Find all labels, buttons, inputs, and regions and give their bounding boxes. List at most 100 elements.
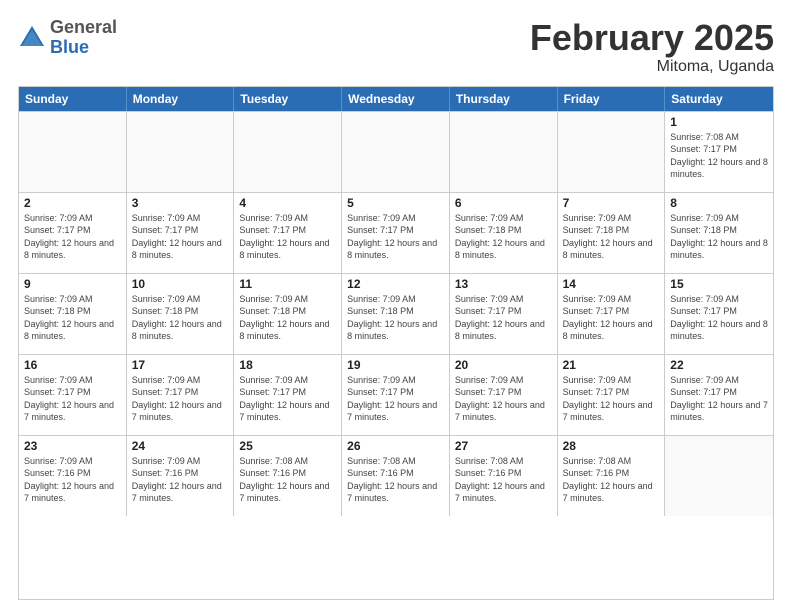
cal-cell: 27 Sunrise: 7:08 AMSunset: 7:16 PMDayligh… (450, 436, 558, 516)
cal-cell: 12Sunrise: 7:09 AMSunset: 7:18 PMDayligh… (342, 274, 450, 354)
logo: General Blue (18, 18, 117, 58)
cal-cell: 23 Sunrise: 7:09 AMSunset: 7:16 PMDayligh… (19, 436, 127, 516)
day-info: Sunrise: 7:09 AMSunset: 7:18 PMDaylight:… (455, 212, 552, 262)
cal-cell: 17Sunrise: 7:09 AMSunset: 7:17 PMDayligh… (127, 355, 235, 435)
cal-week-2: 9 Sunrise: 7:09 AMSunset: 7:18 PMDaylight… (19, 273, 773, 354)
day-info: Sunrise: 7:09 AMSunset: 7:17 PMDaylight:… (455, 374, 552, 424)
page: General Blue February 2025 Mitoma, Ugand… (0, 0, 792, 612)
day-info: Sunrise: 7:08 AMSunset: 7:16 PMDaylight:… (347, 455, 444, 505)
day-number: 15 (670, 277, 768, 291)
day-number: 24 (132, 439, 229, 453)
day-number: 26 (347, 439, 444, 453)
day-info: Sunrise: 7:09 AMSunset: 7:17 PMDaylight:… (563, 374, 660, 424)
day-info: Sunrise: 7:09 AMSunset: 7:16 PMDaylight:… (24, 455, 121, 505)
cal-week-1: 2 Sunrise: 7:09 AMSunset: 7:17 PMDaylight… (19, 192, 773, 273)
day-info: Sunrise: 7:09 AMSunset: 7:17 PMDaylight:… (670, 374, 768, 424)
day-number: 16 (24, 358, 121, 372)
cal-week-3: 16 Sunrise: 7:09 AMSunset: 7:17 PMDayligh… (19, 354, 773, 435)
day-number: 7 (563, 196, 660, 210)
day-number: 27 (455, 439, 552, 453)
day-number: 10 (132, 277, 229, 291)
cal-header-thursday: Thursday (450, 87, 558, 111)
day-number: 14 (563, 277, 660, 291)
day-info: Sunrise: 7:09 AMSunset: 7:18 PMDaylight:… (24, 293, 121, 343)
cal-cell: 10 Sunrise: 7:09 AMSunset: 7:18 PMDayligh… (127, 274, 235, 354)
day-number: 17 (132, 358, 229, 372)
cal-cell: 9 Sunrise: 7:09 AMSunset: 7:18 PMDaylight… (19, 274, 127, 354)
logo-icon (18, 24, 46, 52)
cal-cell: 24 Sunrise: 7:09 AMSunset: 7:16 PMDayligh… (127, 436, 235, 516)
cal-cell: 3 Sunrise: 7:09 AMSunset: 7:17 PMDaylight… (127, 193, 235, 273)
cal-cell: 1Sunrise: 7:08 AMSunset: 7:17 PMDaylight… (665, 112, 773, 192)
day-number: 2 (24, 196, 121, 210)
day-number: 5 (347, 196, 444, 210)
day-info: Sunrise: 7:09 AMSunset: 7:18 PMDaylight:… (132, 293, 229, 343)
header: General Blue February 2025 Mitoma, Ugand… (18, 18, 774, 76)
day-info: Sunrise: 7:08 AMSunset: 7:16 PMDaylight:… (239, 455, 336, 505)
day-number: 21 (563, 358, 660, 372)
cal-cell: 7 Sunrise: 7:09 AMSunset: 7:18 PMDaylight… (558, 193, 666, 273)
day-number: 4 (239, 196, 336, 210)
cal-cell: 13 Sunrise: 7:09 AMSunset: 7:17 PMDayligh… (450, 274, 558, 354)
day-number: 18 (239, 358, 336, 372)
cal-week-0: 1Sunrise: 7:08 AMSunset: 7:17 PMDaylight… (19, 111, 773, 192)
cal-cell (234, 112, 342, 192)
day-number: 20 (455, 358, 552, 372)
day-number: 3 (132, 196, 229, 210)
cal-cell (558, 112, 666, 192)
cal-cell: 20 Sunrise: 7:09 AMSunset: 7:17 PMDayligh… (450, 355, 558, 435)
day-number: 11 (239, 277, 336, 291)
cal-cell (19, 112, 127, 192)
day-info: Sunrise: 7:09 AMSunset: 7:17 PMDaylight:… (455, 293, 552, 343)
cal-cell: 26 Sunrise: 7:08 AMSunset: 7:16 PMDayligh… (342, 436, 450, 516)
cal-cell: 5 Sunrise: 7:09 AMSunset: 7:17 PMDaylight… (342, 193, 450, 273)
day-info: Sunrise: 7:09 AMSunset: 7:17 PMDaylight:… (239, 212, 336, 262)
day-info: Sunrise: 7:09 AMSunset: 7:17 PMDaylight:… (670, 293, 768, 343)
day-number: 12 (347, 277, 444, 291)
cal-cell: 16 Sunrise: 7:09 AMSunset: 7:17 PMDayligh… (19, 355, 127, 435)
cal-cell (127, 112, 235, 192)
cal-cell: 22 Sunrise: 7:09 AMSunset: 7:17 PMDayligh… (665, 355, 773, 435)
day-info: Sunrise: 7:09 AMSunset: 7:17 PMDaylight:… (347, 374, 444, 424)
cal-cell: 6 Sunrise: 7:09 AMSunset: 7:18 PMDaylight… (450, 193, 558, 273)
day-info: Sunrise: 7:08 AMSunset: 7:16 PMDaylight:… (455, 455, 552, 505)
day-info: Sunrise: 7:09 AMSunset: 7:17 PMDaylight:… (347, 212, 444, 262)
cal-cell: 18 Sunrise: 7:09 AMSunset: 7:17 PMDayligh… (234, 355, 342, 435)
cal-header-wednesday: Wednesday (342, 87, 450, 111)
logo-text: General Blue (50, 18, 117, 58)
cal-week-4: 23 Sunrise: 7:09 AMSunset: 7:16 PMDayligh… (19, 435, 773, 516)
title-block: February 2025 Mitoma, Uganda (530, 18, 774, 76)
day-number: 6 (455, 196, 552, 210)
day-info: Sunrise: 7:09 AMSunset: 7:17 PMDaylight:… (132, 212, 229, 262)
day-number: 22 (670, 358, 768, 372)
day-number: 9 (24, 277, 121, 291)
day-info: Sunrise: 7:09 AMSunset: 7:18 PMDaylight:… (239, 293, 336, 343)
cal-cell: 25 Sunrise: 7:08 AMSunset: 7:16 PMDayligh… (234, 436, 342, 516)
calendar-body: 1Sunrise: 7:08 AMSunset: 7:17 PMDaylight… (19, 111, 773, 516)
day-number: 25 (239, 439, 336, 453)
day-number: 13 (455, 277, 552, 291)
day-info: Sunrise: 7:09 AMSunset: 7:17 PMDaylight:… (24, 374, 121, 424)
cal-cell: 8Sunrise: 7:09 AMSunset: 7:18 PMDaylight… (665, 193, 773, 273)
day-info: Sunrise: 7:09 AMSunset: 7:17 PMDaylight:… (239, 374, 336, 424)
cal-header-tuesday: Tuesday (234, 87, 342, 111)
calendar-header-row: SundayMondayTuesdayWednesdayThursdayFrid… (19, 87, 773, 111)
day-info: Sunrise: 7:09 AMSunset: 7:16 PMDaylight:… (132, 455, 229, 505)
cal-header-saturday: Saturday (665, 87, 773, 111)
cal-cell: 2 Sunrise: 7:09 AMSunset: 7:17 PMDaylight… (19, 193, 127, 273)
cal-cell: 19Sunrise: 7:09 AMSunset: 7:17 PMDayligh… (342, 355, 450, 435)
cal-cell: 21 Sunrise: 7:09 AMSunset: 7:17 PMDayligh… (558, 355, 666, 435)
day-number: 28 (563, 439, 660, 453)
location-subtitle: Mitoma, Uganda (530, 58, 774, 76)
calendar: SundayMondayTuesdayWednesdayThursdayFrid… (18, 86, 774, 600)
cal-header-friday: Friday (558, 87, 666, 111)
cal-cell (665, 436, 773, 516)
cal-cell: 14Sunrise: 7:09 AMSunset: 7:17 PMDayligh… (558, 274, 666, 354)
day-info: Sunrise: 7:08 AMSunset: 7:16 PMDaylight:… (563, 455, 660, 505)
day-number: 1 (670, 115, 768, 129)
month-title: February 2025 (530, 18, 774, 58)
day-number: 23 (24, 439, 121, 453)
day-info: Sunrise: 7:09 AMSunset: 7:17 PMDaylight:… (24, 212, 121, 262)
day-info: Sunrise: 7:09 AMSunset: 7:18 PMDaylight:… (563, 212, 660, 262)
cal-header-monday: Monday (127, 87, 235, 111)
